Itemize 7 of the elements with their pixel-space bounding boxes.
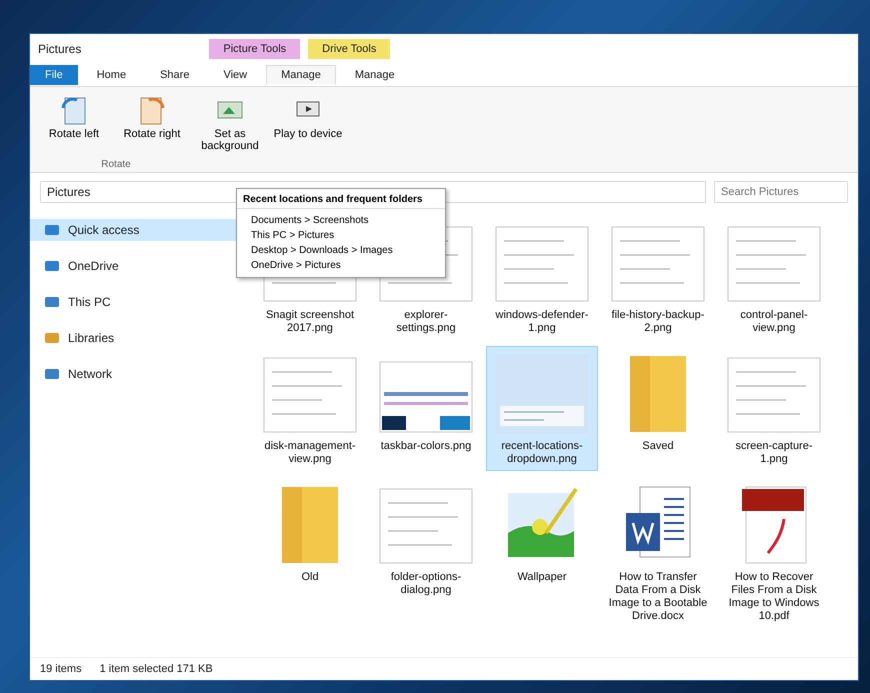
status-item-count: 19 items <box>40 663 82 675</box>
menu-title: Recent locations and frequent folders <box>237 191 445 209</box>
context-tab-label: Drive Tools <box>308 39 390 59</box>
ribbon-group-label: Rotate <box>100 158 132 170</box>
window-title: Pictures <box>38 42 82 56</box>
context-tab-label: Picture Tools <box>209 39 300 59</box>
status-selection: 1 item selected 171 KB <box>100 663 213 675</box>
